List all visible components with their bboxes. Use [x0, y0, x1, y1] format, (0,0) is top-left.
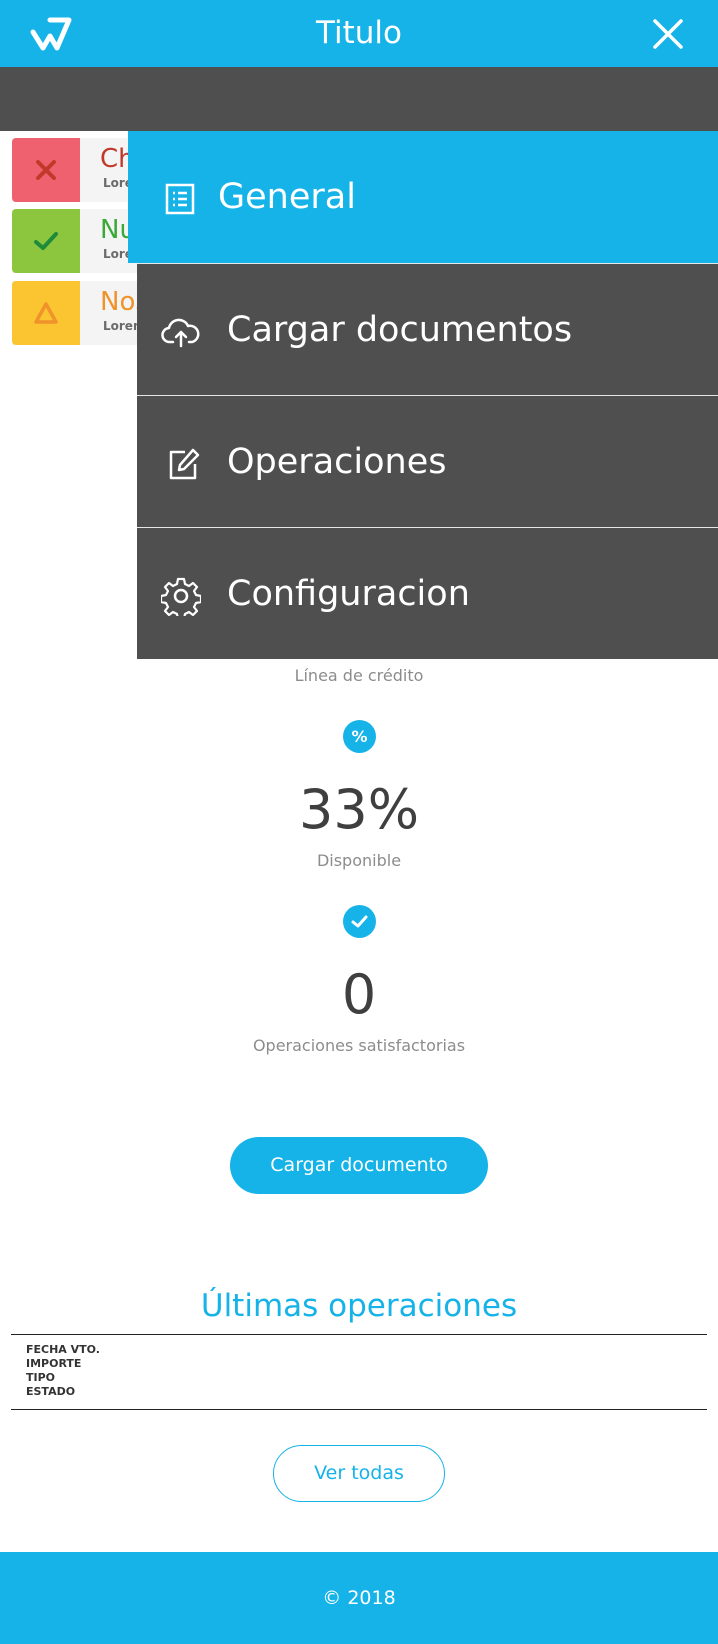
column-header: TIPO — [26, 1371, 56, 1384]
view-all-button[interactable]: Ver todas — [273, 1445, 445, 1502]
menu-item-label: General — [218, 177, 356, 217]
menu-item-general[interactable]: General — [128, 131, 718, 263]
percent-icon: % — [343, 720, 376, 753]
page-title: Titulo — [316, 15, 402, 51]
table-header: FECHA VTO. IMPORTE TIPO ESTADO — [26, 1343, 100, 1399]
check-icon — [34, 232, 58, 250]
top-bar: Titulo — [0, 0, 718, 67]
menu-item-label: Cargar documentos — [227, 310, 573, 350]
footer: © 2018 — [0, 1552, 718, 1644]
gear-icon — [161, 577, 201, 616]
upload-document-button[interactable]: Cargar documento — [230, 1137, 488, 1194]
menu-item-cargar-documentos[interactable]: Cargar documentos — [137, 263, 718, 395]
menu-item-configuracion[interactable]: Configuracion — [137, 527, 718, 659]
list-icon — [165, 183, 195, 215]
edit-icon — [169, 448, 200, 480]
available-value: 33% — [298, 778, 420, 841]
operations-value: 0 — [341, 963, 377, 1026]
operations-table: FECHA VTO. IMPORTE TIPO ESTADO — [11, 1334, 707, 1410]
check-circle-icon — [343, 905, 376, 938]
operations-label: Operaciones satisfactorias — [252, 1036, 466, 1055]
credit-line-label: Línea de crédito — [294, 666, 424, 685]
sub-header-bar — [0, 67, 718, 131]
available-label: Disponible — [316, 851, 402, 870]
column-header: FECHA VTO. — [26, 1343, 100, 1356]
menu-item-label: Operaciones — [227, 442, 447, 482]
cloud-upload-icon — [161, 318, 200, 348]
column-header: IMPORTE — [26, 1357, 82, 1370]
column-header: ESTADO — [26, 1385, 76, 1398]
latest-operations-title: Últimas operaciones — [200, 1288, 518, 1324]
x-icon — [36, 160, 56, 180]
menu-item-label: Configuracion — [227, 574, 470, 614]
success-tile — [12, 209, 80, 273]
error-tile — [12, 138, 80, 202]
menu-item-operaciones[interactable]: Operaciones — [137, 395, 718, 527]
close-icon[interactable] — [651, 17, 685, 51]
warning-tile — [12, 281, 80, 345]
warning-triangle-icon — [34, 302, 58, 324]
